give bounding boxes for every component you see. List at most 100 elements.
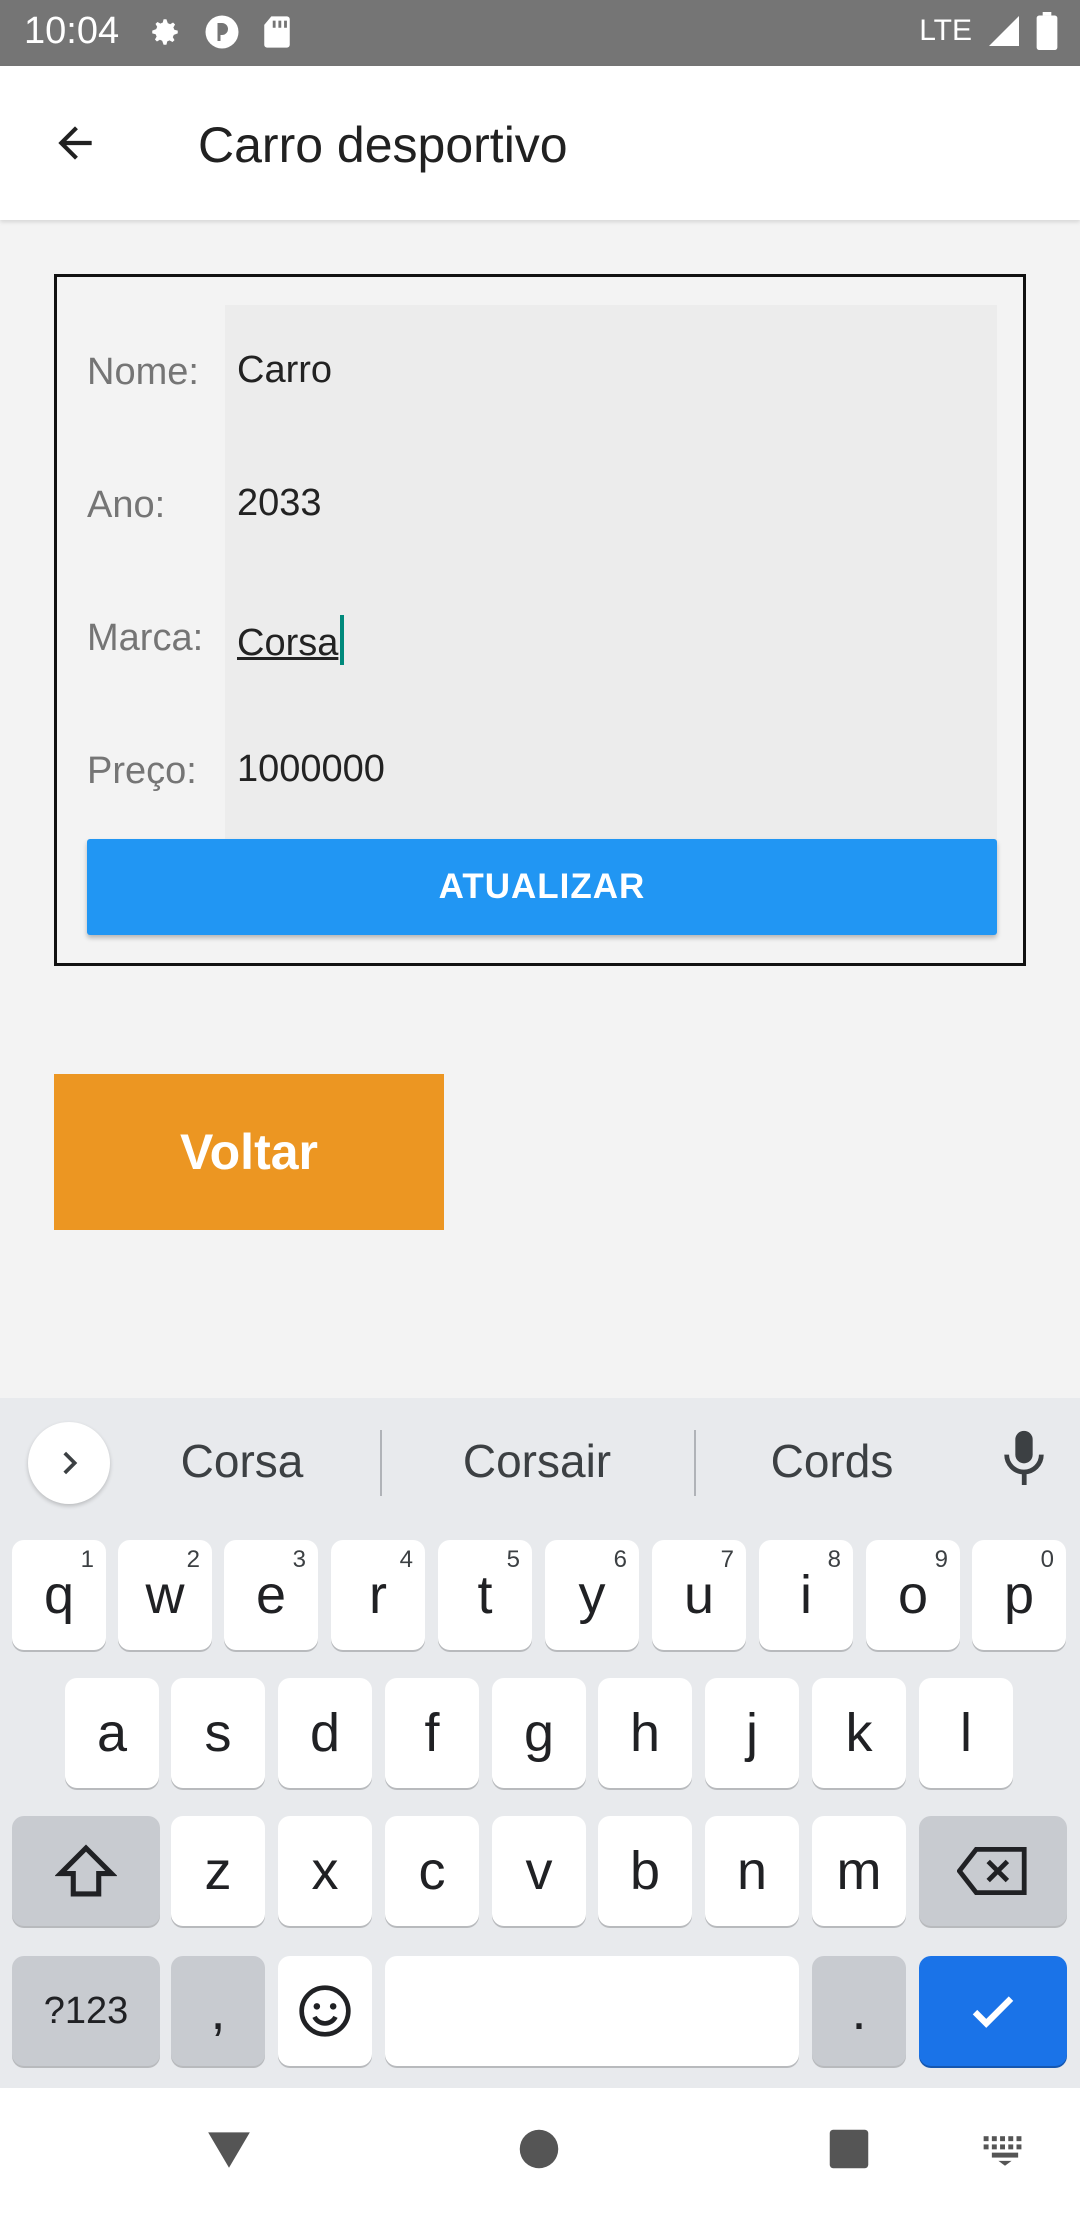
marca-input[interactable]: Corsa [237, 615, 345, 665]
key-hint: 6 [613, 1546, 627, 1573]
page-title: Carro desportivo [198, 117, 568, 173]
key-k[interactable]: k [812, 1678, 906, 1788]
key-g[interactable]: g [492, 1678, 586, 1788]
key-t[interactable]: t5 [438, 1540, 532, 1650]
suggestion-1[interactable]: Corsa [102, 1434, 382, 1488]
field-row-marca: Marca: Corsa [57, 571, 1029, 705]
key-label: i [800, 1565, 812, 1625]
key-o[interactable]: o9 [866, 1540, 960, 1650]
network-type: LTE [919, 14, 972, 47]
sd-card-icon [264, 16, 290, 48]
status-time: 10:04 [24, 10, 120, 52]
key-l[interactable]: l [919, 1678, 1013, 1788]
key-v[interactable]: v [492, 1816, 586, 1926]
ano-label: Ano: [87, 484, 166, 526]
emoji-key[interactable] [278, 1956, 372, 2066]
marca-input-text: Corsa [237, 622, 339, 664]
key-r[interactable]: r4 [331, 1540, 425, 1650]
key-q[interactable]: q1 [12, 1540, 106, 1650]
shift-key[interactable] [12, 1816, 160, 1926]
nav-back-button[interactable] [204, 2124, 254, 2179]
shift-icon [55, 1844, 117, 1897]
key-label: y [578, 1565, 606, 1625]
battery-icon [1036, 12, 1058, 50]
key-label: e [255, 1565, 287, 1625]
key-u[interactable]: u7 [652, 1540, 746, 1650]
car-form: Nome: Carro Ano: 2033 Marca: Corsa Preço… [54, 274, 1026, 966]
symbols-key[interactable]: ?123 [12, 1956, 160, 2066]
key-hint: 2 [186, 1546, 200, 1573]
triangle-down-icon [208, 2132, 250, 2168]
field-row-preco: Preço: 1000000 [57, 704, 1029, 838]
back-arrow-button[interactable] [40, 108, 110, 178]
key-label: u [683, 1565, 715, 1625]
key-m[interactable]: m [812, 1816, 906, 1926]
key-w[interactable]: w2 [118, 1540, 212, 1650]
ano-input[interactable]: 2033 [237, 482, 322, 525]
key-p[interactable]: p0 [972, 1540, 1066, 1650]
nome-input[interactable]: Carro [237, 349, 332, 392]
key-x[interactable]: x [278, 1816, 372, 1926]
square-icon [829, 2129, 869, 2169]
key-n[interactable]: n [705, 1816, 799, 1926]
key-c[interactable]: c [385, 1816, 479, 1926]
key-f[interactable]: f [385, 1678, 479, 1788]
enter-key[interactable] [919, 1956, 1067, 2066]
marca-label: Marca: [87, 617, 204, 659]
key-a[interactable]: a [65, 1678, 159, 1788]
key-e[interactable]: e3 [224, 1540, 318, 1650]
key-label: o [897, 1565, 929, 1625]
key-label: t [477, 1565, 493, 1625]
navigation-bar [0, 2088, 1080, 2220]
preco-input[interactable]: 1000000 [237, 748, 385, 791]
mic-button[interactable] [998, 1428, 1050, 1495]
key-s[interactable]: s [171, 1678, 265, 1788]
app-notification-icon [205, 15, 239, 49]
period-key[interactable]: . [812, 1956, 906, 2066]
backspace-key[interactable] [919, 1816, 1067, 1926]
key-b[interactable]: b [598, 1816, 692, 1926]
voltar-button[interactable]: Voltar [54, 1074, 444, 1230]
key-hint: 8 [827, 1546, 841, 1573]
signal-icon [989, 16, 1019, 46]
chevron-right-icon [63, 1451, 78, 1475]
key-hint: 0 [1040, 1546, 1054, 1573]
key-z[interactable]: z [171, 1816, 265, 1926]
app-bar: Carro desportivo [0, 66, 1080, 220]
key-h[interactable]: h [598, 1678, 692, 1788]
key-hint: 3 [292, 1546, 306, 1573]
key-y[interactable]: y6 [545, 1540, 639, 1650]
emoji-icon [299, 1985, 351, 2037]
nome-label: Nome: [87, 351, 199, 393]
key-d[interactable]: d [278, 1678, 372, 1788]
comma-key[interactable]: , [171, 1956, 265, 2066]
text-cursor [340, 615, 345, 665]
microphone-icon [1004, 1430, 1044, 1485]
preco-label: Preço: [87, 750, 197, 792]
suggestion-2[interactable]: Corsair [397, 1434, 677, 1488]
soft-keyboard: Corsa Corsair Cords q1 w2 e3 r4 t5 y6 u7… [0, 1398, 1080, 2088]
field-row-ano: Ano: 2033 [57, 438, 1029, 572]
key-label: q [43, 1565, 75, 1625]
suggestion-divider [380, 1430, 382, 1496]
system-icons: LTE [919, 12, 1058, 50]
field-row-nome: Nome: Carro [57, 305, 1029, 439]
update-button[interactable]: ATUALIZAR [87, 839, 997, 935]
key-hint: 5 [506, 1546, 520, 1573]
space-key[interactable] [385, 1956, 799, 2066]
nav-recents-button[interactable] [828, 2128, 870, 2175]
keyboard-switch-button[interactable] [982, 2134, 1028, 2173]
key-label: w [145, 1565, 185, 1625]
key-hint: 9 [934, 1546, 948, 1573]
arrow-left-icon [58, 126, 92, 160]
key-j[interactable]: j [705, 1678, 799, 1788]
key-hint: 4 [399, 1546, 413, 1573]
key-i[interactable]: i8 [759, 1540, 853, 1650]
notification-icons [148, 14, 292, 50]
backspace-icon [957, 1847, 1027, 1895]
expand-suggestions-button[interactable] [28, 1422, 110, 1504]
suggestion-3[interactable]: Cords [692, 1434, 972, 1488]
checkmark-icon [972, 1996, 1014, 2028]
nav-home-button[interactable] [518, 2128, 560, 2175]
key-label: p [1003, 1565, 1035, 1625]
